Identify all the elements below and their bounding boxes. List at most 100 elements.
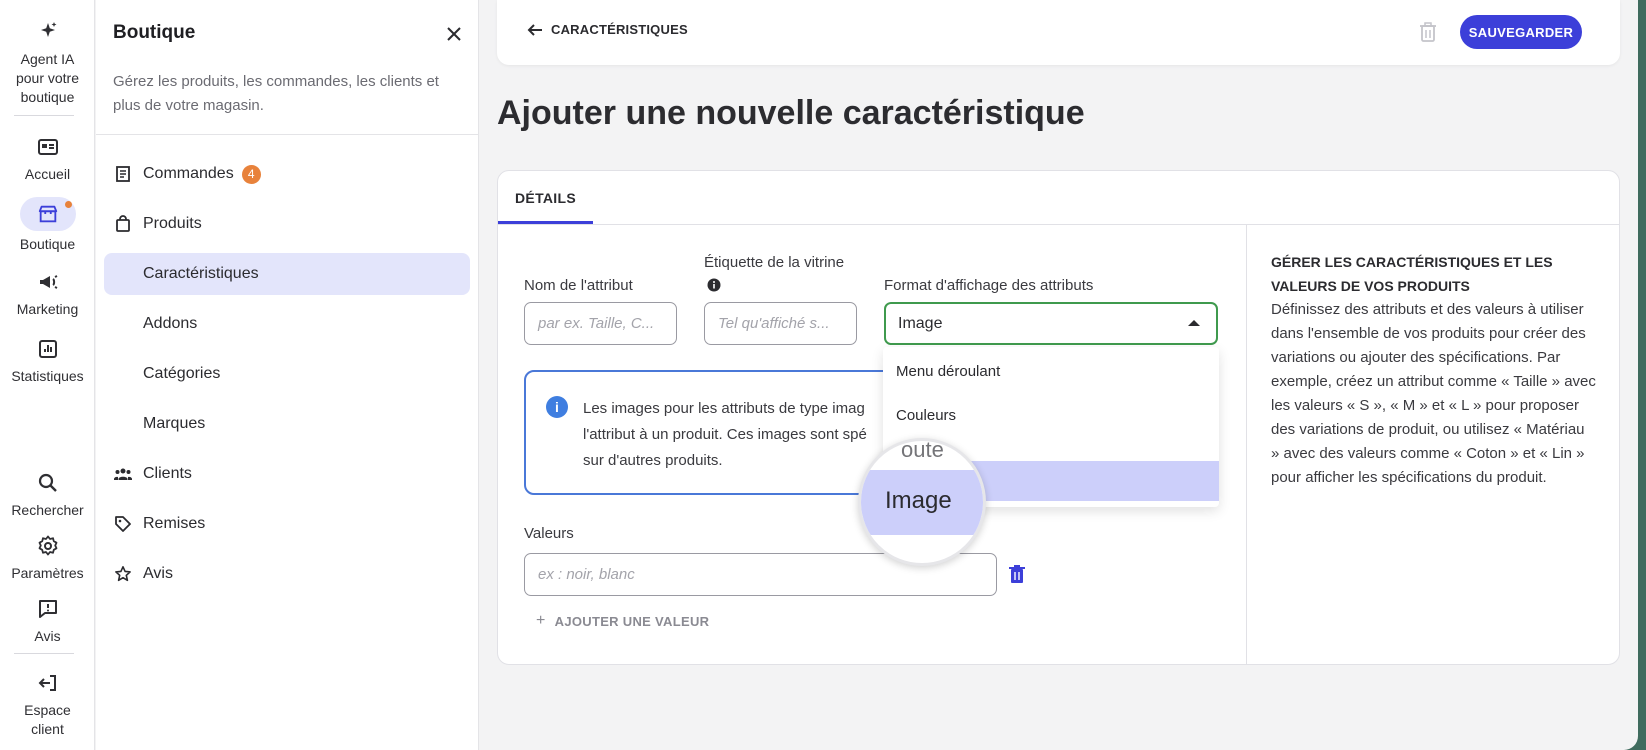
bar-chart-icon	[36, 337, 60, 361]
magnifier-lens: oute Image	[858, 438, 986, 566]
rail-item-search[interactable]: Rechercher	[0, 471, 95, 520]
add-value-button[interactable]: + AJOUTER UNE VALEUR	[536, 612, 709, 630]
help-title: GÉRER LES CARACTÉRISTIQUES ET LES VALEUR…	[1271, 254, 1553, 294]
close-icon	[447, 27, 461, 41]
nav-item-features[interactable]: Caractéristiques	[104, 253, 470, 295]
info-icon: i	[546, 396, 568, 418]
notification-dot	[64, 201, 72, 208]
nav-label-features: Caractéristiques	[143, 265, 259, 282]
rail-item-stats[interactable]: Statistiques	[0, 337, 95, 386]
delete-value-button[interactable]	[1009, 564, 1025, 589]
storefront-input[interactable]: Tel qu'affiché s...	[704, 302, 857, 345]
trash-icon	[1420, 22, 1436, 42]
megaphone-icon	[36, 270, 60, 294]
attribute-name-input[interactable]: par ex. Taille, C...	[524, 302, 677, 345]
info-text-line-2: l'attribut à un produit. Ces images sont…	[583, 426, 867, 443]
info-text-line-1: Les images pour les attributs de type im…	[583, 400, 865, 417]
attribute-name-label: Nom de l'attribut	[524, 277, 633, 294]
nav-label-addons: Addons	[143, 315, 198, 332]
back-link[interactable]: CARACTÉRISTIQUES	[527, 22, 688, 37]
values-label: Valeurs	[524, 525, 574, 542]
rail-active-indicator	[19, 197, 76, 231]
save-button[interactable]: SAUVEGARDER	[1460, 15, 1582, 49]
dropdown-option-menu[interactable]: Menu déroulant	[883, 351, 1219, 391]
nav-item-clients[interactable]: Clients	[104, 453, 470, 495]
magnifier-label: Image	[885, 487, 952, 514]
logout-icon	[36, 671, 60, 695]
shop-panel: Boutique Gérez les produits, les command…	[96, 0, 479, 750]
caret-up-icon	[1188, 320, 1200, 326]
orders-count-badge: 4	[241, 164, 261, 184]
nav-item-discounts[interactable]: Remises	[104, 503, 470, 545]
storefront-icon	[37, 203, 59, 225]
nav-label-clients: Clients	[143, 465, 192, 482]
nav-label-orders: Commandes	[143, 165, 234, 182]
nav-item-addons[interactable]: Addons	[104, 303, 470, 345]
rail-item-ai-agent[interactable]: Agent IA pour votre boutique	[0, 20, 95, 107]
close-panel-button[interactable]	[442, 22, 466, 46]
panel-divider	[96, 134, 479, 135]
column-divider	[1246, 224, 1247, 664]
rail-item-shop[interactable]: Boutique	[0, 197, 95, 254]
trash-icon	[1009, 565, 1025, 583]
storefront-label: Étiquette de la vitrine	[704, 254, 845, 271]
rail-divider	[14, 115, 74, 116]
delete-button[interactable]	[1419, 21, 1437, 48]
nav-label-reviews: Avis	[143, 565, 173, 582]
tag-icon	[113, 514, 133, 534]
panel-description: Gérez les produits, les commandes, les c…	[113, 73, 439, 114]
help-body: Définissez des attributs et des valeurs …	[1271, 301, 1596, 486]
tab-details[interactable]: DÉTAILS	[498, 171, 593, 224]
rail-item-home[interactable]: Accueil	[0, 135, 95, 184]
rail-item-marketing[interactable]: Marketing	[0, 270, 95, 319]
rail-label-client-2: client	[31, 721, 64, 737]
app-window: Agent IA pour votre boutique Accueil Bou…	[0, 0, 1638, 750]
magnifier-ghost-text: oute	[901, 438, 944, 462]
plus-icon: +	[536, 612, 546, 629]
icon-rail: Agent IA pour votre boutique Accueil Bou…	[0, 0, 95, 750]
dropdown-option-colors[interactable]: Couleurs	[883, 395, 1219, 435]
sparkle-icon	[36, 20, 60, 44]
main-content: CARACTÉRISTIQUES SAUVEGARDER Ajouter une…	[479, 0, 1638, 750]
rail-divider-bottom	[14, 653, 74, 654]
users-icon	[113, 464, 133, 484]
nav-label-discounts: Remises	[143, 515, 206, 532]
info-circle-icon[interactable]	[707, 278, 721, 297]
info-text: Les images pour les attributs de type im…	[583, 396, 902, 474]
display-format-label: Format d'affichage des attributs	[884, 277, 1094, 294]
nav-item-reviews[interactable]: Avis	[104, 553, 470, 595]
nav-item-brands[interactable]: Marques	[104, 403, 470, 445]
info-box: i Les images pour les attributs de type …	[524, 370, 904, 495]
rail-item-reviews[interactable]: Avis	[0, 597, 95, 646]
shopping-bag-icon	[113, 214, 133, 234]
arrow-left-icon	[527, 23, 542, 36]
back-link-label: CARACTÉRISTIQUES	[551, 22, 688, 37]
receipt-icon	[113, 164, 133, 184]
rail-label-reviews: Avis	[34, 628, 61, 644]
rail-label-search: Rechercher	[11, 502, 84, 518]
gear-icon	[36, 534, 60, 558]
nav-item-products[interactable]: Produits	[104, 203, 470, 245]
display-format-value: Image	[898, 314, 943, 332]
nav-item-orders[interactable]: Commandes 4	[104, 153, 470, 195]
rail-label-client-1: Espace	[24, 702, 71, 718]
rail-item-settings[interactable]: Paramètres	[0, 534, 95, 583]
rail-label-shop: Boutique	[19, 236, 76, 252]
nav-label-products: Produits	[143, 215, 202, 232]
info-text-line-3: sur d'autres produits.	[583, 452, 723, 469]
tab-divider	[498, 224, 1619, 225]
display-format-select[interactable]: Image	[884, 302, 1218, 345]
add-value-label: AJOUTER UNE VALEUR	[554, 613, 710, 629]
rail-label-stats: Statistiques	[11, 368, 84, 384]
panel-title: Boutique	[113, 22, 196, 43]
nav-item-categories[interactable]: Catégories	[104, 353, 470, 395]
nav-label-brands: Marques	[143, 415, 206, 432]
rail-label-ai-2: pour votre	[15, 70, 80, 86]
page-title: Ajouter une nouvelle caractéristique	[497, 94, 1085, 132]
rail-item-client-space[interactable]: Espace client	[0, 671, 95, 739]
feedback-icon	[36, 597, 60, 621]
rail-label-home: Accueil	[24, 166, 71, 182]
nav-label-categories: Catégories	[143, 365, 221, 382]
top-bar: CARACTÉRISTIQUES SAUVEGARDER	[497, 0, 1620, 65]
rail-label-ai-3: boutique	[20, 89, 75, 105]
